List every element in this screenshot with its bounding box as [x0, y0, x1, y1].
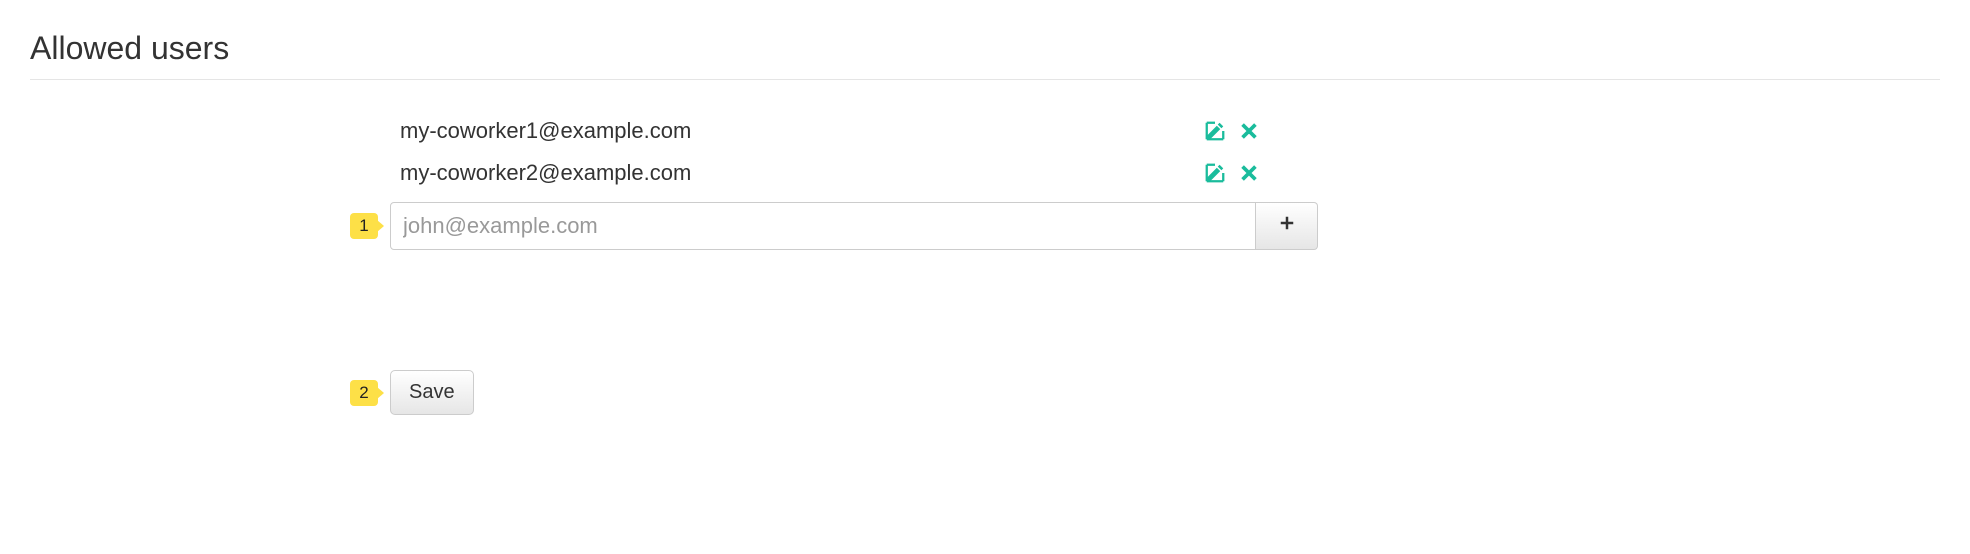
user-actions — [1204, 120, 1320, 142]
user-row: my-coworker1@example.com — [390, 110, 1320, 152]
remove-icon[interactable] — [1238, 162, 1260, 184]
allowed-users-panel: my-coworker1@example.com my-coworker2@ — [30, 110, 1940, 415]
section-title: Allowed users — [30, 30, 1940, 80]
callout-badge-1: 1 — [350, 213, 378, 239]
user-email: my-coworker2@example.com — [400, 160, 1204, 186]
user-actions — [1204, 162, 1320, 184]
edit-icon[interactable] — [1204, 162, 1226, 184]
add-user-row: 1 — [390, 202, 1940, 250]
user-email: my-coworker1@example.com — [400, 118, 1204, 144]
edit-icon[interactable] — [1204, 120, 1226, 142]
user-row: my-coworker2@example.com — [390, 152, 1320, 194]
save-button[interactable]: Save — [390, 370, 474, 415]
plus-icon — [1277, 212, 1297, 240]
save-row: 2 Save — [390, 370, 1940, 415]
callout-badge-2: 2 — [350, 380, 378, 406]
email-input[interactable] — [390, 202, 1256, 250]
remove-icon[interactable] — [1238, 120, 1260, 142]
add-user-button[interactable] — [1256, 202, 1318, 250]
